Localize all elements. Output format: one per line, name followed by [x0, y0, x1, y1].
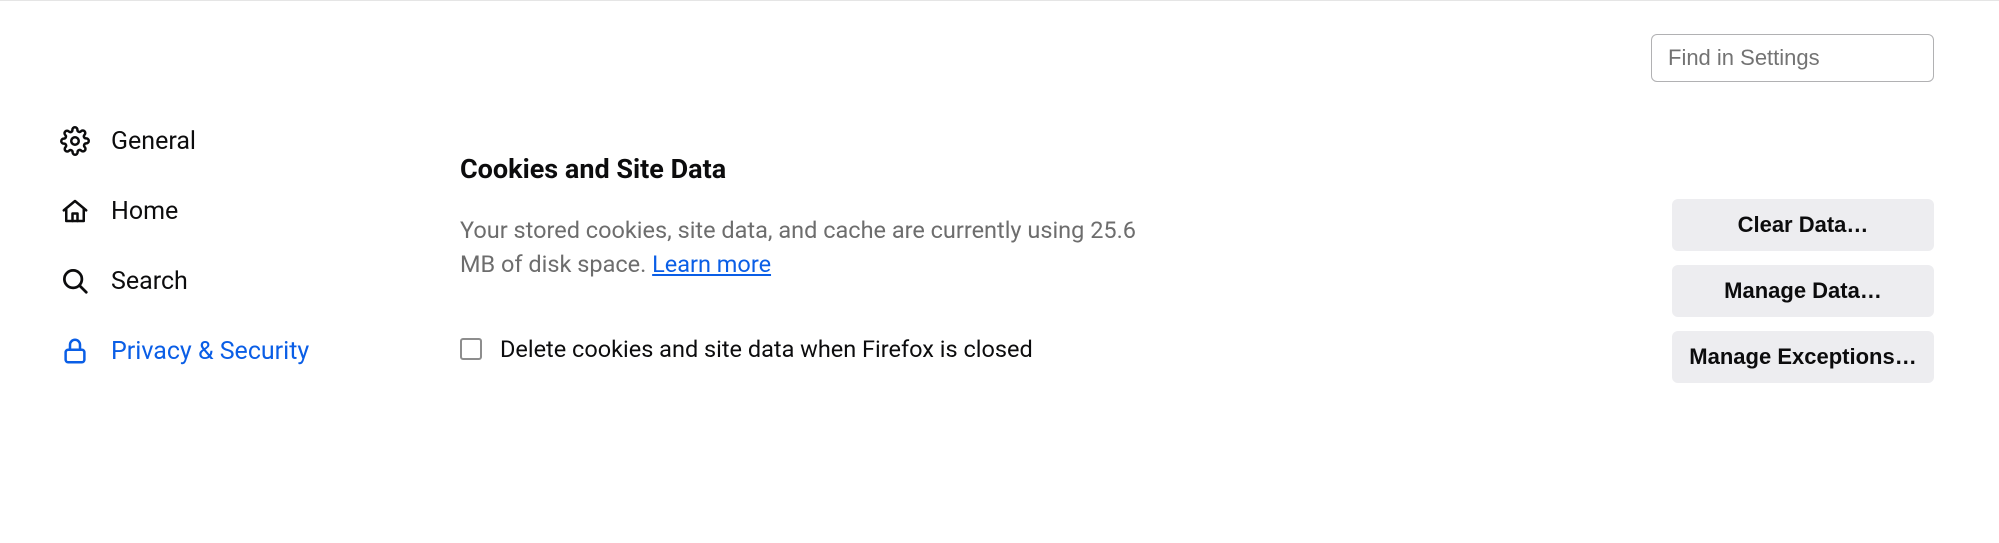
- section-description: Your stored cookies, site data, and cach…: [460, 213, 1160, 281]
- sidebar-item-home[interactable]: Home: [60, 196, 309, 226]
- sidebar-item-privacy-security[interactable]: Privacy & Security: [60, 336, 309, 366]
- sidebar-item-label: Privacy & Security: [111, 337, 309, 366]
- desc-prefix: Your stored cookies, site data, and cach…: [460, 216, 1090, 244]
- desc-suffix: of disk space.: [495, 250, 652, 278]
- checkbox-box[interactable]: [460, 338, 482, 360]
- sidebar: General Home Search Privacy & Se: [60, 126, 309, 366]
- sidebar-item-general[interactable]: General: [60, 126, 309, 156]
- sidebar-item-label: Home: [111, 197, 178, 226]
- search-input[interactable]: [1651, 34, 1934, 82]
- learn-more-link[interactable]: Learn more: [652, 250, 771, 278]
- lock-icon: [60, 336, 90, 366]
- sidebar-item-search[interactable]: Search: [60, 266, 309, 296]
- delete-on-close-checkbox-row[interactable]: Delete cookies and site data when Firefo…: [460, 335, 1470, 363]
- manage-exceptions-button[interactable]: Manage Exceptions…: [1672, 331, 1934, 383]
- home-icon: [60, 196, 90, 226]
- clear-data-button[interactable]: Clear Data…: [1672, 199, 1934, 251]
- manage-data-button[interactable]: Manage Data…: [1672, 265, 1934, 317]
- section-title: Cookies and Site Data: [460, 153, 1470, 185]
- main-content: Cookies and Site Data Your stored cookie…: [460, 153, 1470, 363]
- gear-icon: [60, 126, 90, 156]
- sidebar-item-label: General: [111, 127, 196, 156]
- checkbox-label: Delete cookies and site data when Firefo…: [500, 335, 1033, 363]
- sidebar-item-label: Search: [111, 267, 188, 296]
- search-container: [1651, 34, 1934, 82]
- search-icon: [60, 266, 90, 296]
- action-buttons: Clear Data… Manage Data… Manage Exceptio…: [1672, 199, 1934, 383]
